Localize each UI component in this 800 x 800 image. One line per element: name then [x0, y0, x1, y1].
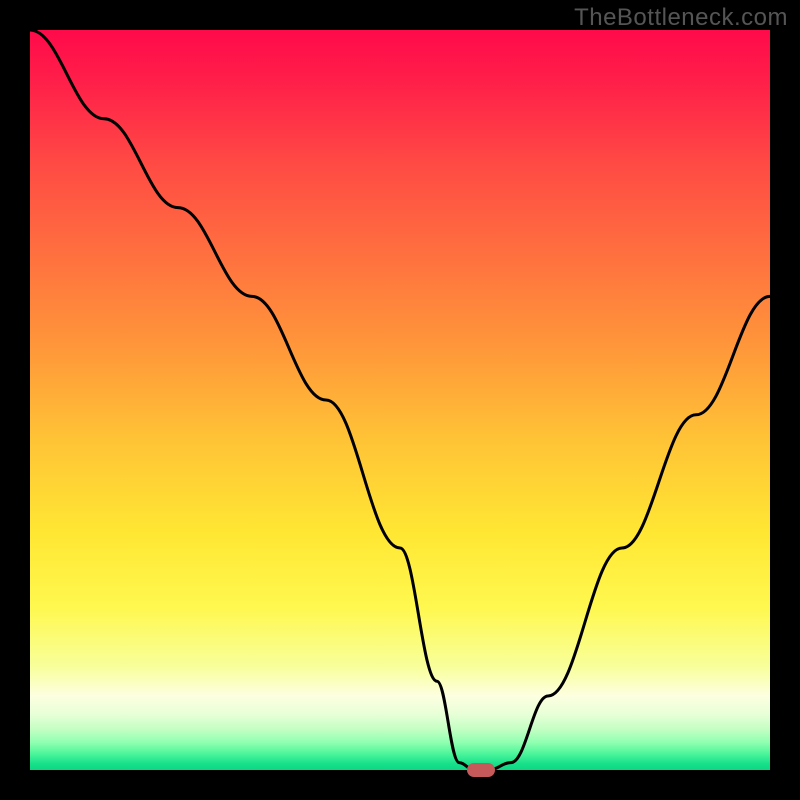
optimal-marker: [467, 763, 495, 777]
watermark-text: TheBottleneck.com: [574, 4, 788, 32]
plot-area: [30, 30, 770, 770]
bottleneck-curve: [30, 30, 770, 770]
chart-frame: TheBottleneck.com: [0, 0, 800, 800]
curve-path: [30, 30, 770, 770]
